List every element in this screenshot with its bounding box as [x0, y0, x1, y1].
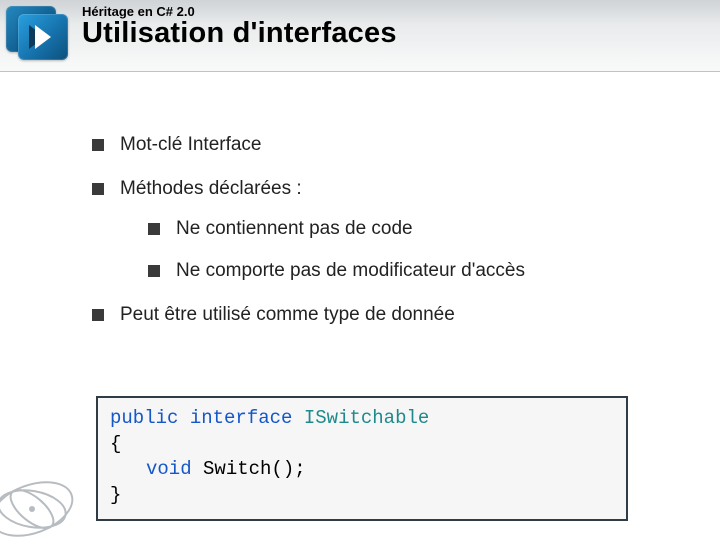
slide: Héritage en C# 2.0 Utilisation d'interfa… — [0, 0, 720, 540]
page-title: Utilisation d'interfaces — [82, 17, 397, 50]
code-typename: ISwitchable — [304, 407, 429, 429]
sub-bullet-item: Ne contiennent pas de code — [148, 218, 672, 240]
logo — [6, 6, 70, 62]
header-band: Héritage en C# 2.0 Utilisation d'interfa… — [0, 0, 720, 72]
sub-bullet-list: Ne contiennent pas de code Ne comporte p… — [120, 218, 672, 282]
bullet-list: Mot-clé Interface Méthodes déclarées : N… — [92, 134, 672, 326]
sub-bullet-item: Ne comporte pas de modificateur d'accès — [148, 260, 672, 282]
bullet-item: Mot-clé Interface — [92, 134, 672, 156]
content: Mot-clé Interface Méthodes déclarées : N… — [92, 134, 672, 348]
code-keyword: interface — [190, 407, 293, 429]
code-brace: { — [110, 433, 121, 455]
bullet-text: Méthodes déclarées : — [120, 178, 302, 199]
chevron-right-icon — [35, 25, 51, 49]
swirl-decoration-icon — [0, 454, 92, 540]
code-brace: } — [110, 484, 121, 506]
code-box: public interface ISwitchable { void Swit… — [96, 396, 628, 521]
header-text: Héritage en C# 2.0 Utilisation d'interfa… — [82, 4, 397, 50]
code-keyword: public — [110, 407, 178, 429]
bullet-item: Peut être utilisé comme type de donnée — [92, 304, 672, 326]
logo-front-tile — [18, 14, 68, 60]
code-method: Switch(); — [203, 458, 306, 480]
bullet-item: Méthodes déclarées : Ne contiennent pas … — [92, 178, 672, 282]
code-keyword: void — [146, 458, 192, 480]
